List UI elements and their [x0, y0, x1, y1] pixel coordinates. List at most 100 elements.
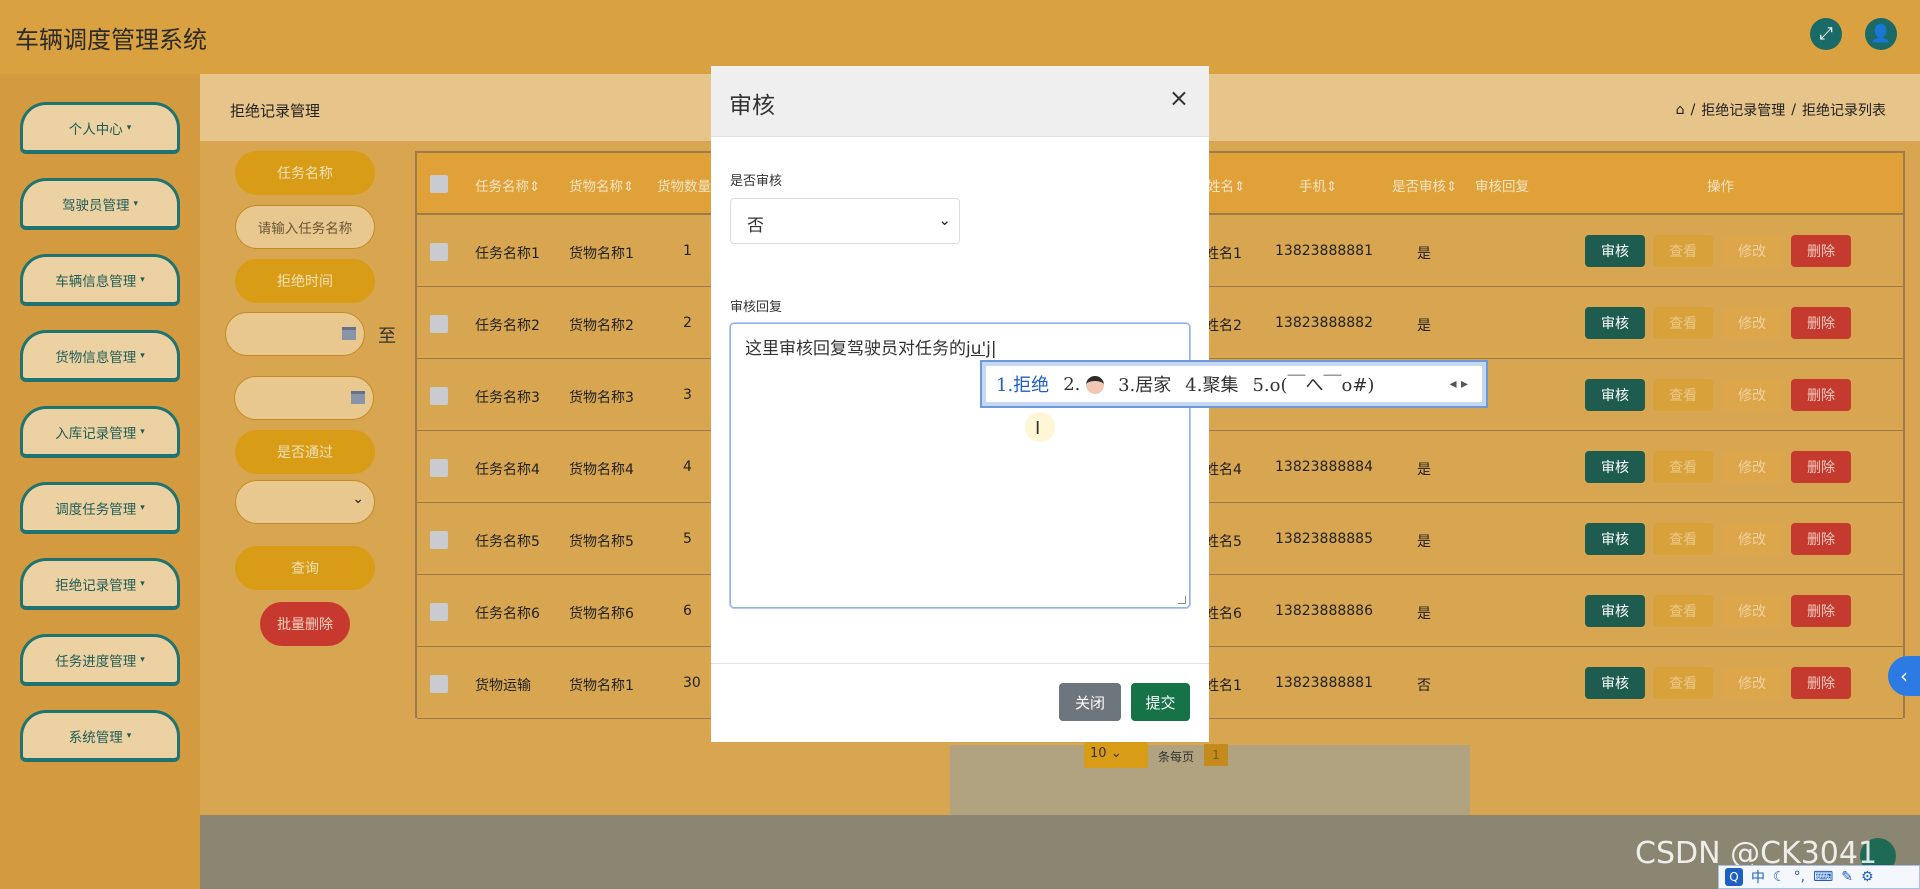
punctuation-icon[interactable]: °, — [1794, 869, 1805, 885]
moon-icon[interactable]: ☾ — [1773, 869, 1786, 885]
column-header[interactable]: 货物数量 — [657, 175, 711, 195]
review-button[interactable]: 审核 — [1585, 667, 1645, 699]
delete-button[interactable]: 删除 — [1791, 451, 1851, 483]
passed-label: 是否通过 — [235, 430, 375, 474]
row-checkbox[interactable] — [430, 315, 448, 333]
page-size-select[interactable]: 10 ⌄ — [1084, 742, 1148, 768]
edit-button[interactable]: 修改 — [1722, 667, 1782, 699]
cell-phone: 13823888886 — [1275, 603, 1373, 619]
ime-candidate[interactable]: 5.o(￣へ￣o#) — [1252, 371, 1374, 397]
cell-phone: 13823888881 — [1275, 243, 1373, 259]
ime-candidate[interactable]: 3.居家 — [1118, 371, 1171, 397]
sidebar: 个人中心 ▾ 驾驶员管理 ▾ 车辆信息管理 ▾ 货物信息管理 ▾ 入库记录管理 ▾ 调度任… — [0, 74, 200, 889]
row-checkbox[interactable] — [430, 531, 448, 549]
breadcrumb-separator: / — [1791, 102, 1796, 118]
task-name-input[interactable]: 请输入任务名称 — [235, 205, 375, 249]
sidebar-item-inbound[interactable]: 入库记录管理 ▾ — [20, 406, 180, 458]
row-checkbox[interactable] — [430, 459, 448, 477]
ime-candidate[interactable]: 4.聚集 — [1185, 371, 1238, 397]
edit-button[interactable]: 修改 — [1722, 595, 1782, 627]
delete-button[interactable]: 删除 — [1791, 235, 1851, 267]
sidebar-item-drivers[interactable]: 驾驶员管理 ▾ — [20, 178, 180, 230]
ime-candidate[interactable]: 1.拒绝 — [996, 371, 1049, 397]
column-header[interactable]: 姓名⇕ — [1207, 175, 1245, 195]
cell-phone: 13823888881 — [1275, 675, 1373, 691]
ime-mode-label[interactable]: 中 — [1751, 867, 1765, 887]
cell-goods-qty: 2 — [683, 315, 692, 331]
delete-button[interactable]: 删除 — [1791, 307, 1851, 339]
view-button[interactable]: 查看 — [1653, 523, 1713, 555]
submit-button[interactable]: 提交 — [1131, 683, 1190, 721]
column-header[interactable]: 任务名称⇕ — [475, 175, 540, 195]
delete-button[interactable]: 删除 — [1791, 379, 1851, 411]
row-checkbox[interactable] — [430, 675, 448, 693]
start-date-input[interactable] — [225, 312, 365, 356]
query-button[interactable]: 查询 — [235, 546, 375, 590]
cell-task-name: 货物运输 — [475, 678, 531, 694]
close-button[interactable]: 关闭 — [1059, 683, 1121, 721]
row-checkbox[interactable] — [430, 603, 448, 621]
sidebar-item-progress[interactable]: 任务进度管理 ▾ — [20, 634, 180, 686]
sidebar-item-label: 货物信息管理 — [55, 349, 137, 366]
page-number[interactable]: 1 — [1204, 744, 1228, 766]
select-all-checkbox[interactable] — [430, 175, 448, 193]
task-name-label: 任务名称 — [235, 151, 375, 195]
edit-button[interactable]: 修改 — [1722, 523, 1782, 555]
cell-name: 姓名1 — [1205, 678, 1242, 694]
settings-icon[interactable]: ⚙ — [1861, 869, 1874, 885]
review-button[interactable]: 审核 — [1585, 451, 1645, 483]
collapse-panel-tab[interactable]: ‹ — [1888, 656, 1920, 696]
column-header[interactable]: 货物名称⇕ — [569, 175, 634, 195]
column-header[interactable]: 手机⇕ — [1299, 175, 1337, 195]
view-button[interactable]: 查看 — [1653, 307, 1713, 339]
view-button[interactable]: 查看 — [1653, 667, 1713, 699]
sidebar-item-personal-center[interactable]: 个人中心 ▾ — [20, 102, 180, 154]
sidebar-item-system[interactable]: 系统管理 ▾ — [20, 710, 180, 762]
breadcrumb-item[interactable]: 拒绝记录管理 — [1701, 100, 1785, 120]
delete-button[interactable]: 删除 — [1791, 667, 1851, 699]
ime-candidate[interactable]: 2. — [1063, 374, 1105, 395]
view-button[interactable]: 查看 — [1653, 451, 1713, 483]
cell-goods-qty: 5 — [683, 531, 692, 547]
user-icon[interactable]: 👤 — [1865, 18, 1897, 50]
edit-button[interactable]: 修改 — [1722, 451, 1782, 483]
sidebar-item-goods[interactable]: 货物信息管理 ▾ — [20, 330, 180, 382]
end-date-input[interactable] — [234, 376, 374, 420]
ime-page-arrows-icon[interactable]: ◂ ▸ — [1449, 376, 1468, 392]
edit-button[interactable]: 修改 — [1722, 235, 1782, 267]
review-button[interactable]: 审核 — [1585, 595, 1645, 627]
ime-toolbar[interactable]: Q 中 ☾ °, ⌨ ✎ ⚙ — [1718, 865, 1920, 889]
review-button[interactable]: 审核 — [1585, 523, 1645, 555]
view-button[interactable]: 查看 — [1653, 379, 1713, 411]
row-checkbox[interactable] — [430, 387, 448, 405]
close-icon[interactable]: × — [1169, 84, 1189, 112]
delete-button[interactable]: 删除 — [1791, 595, 1851, 627]
cell-task-name: 任务名称4 — [475, 462, 540, 478]
fullscreen-icon[interactable]: ⤢ — [1810, 18, 1842, 50]
review-button[interactable]: 审核 — [1585, 307, 1645, 339]
app-title: 车辆调度管理系统 — [15, 26, 207, 54]
delete-button[interactable]: 删除 — [1791, 523, 1851, 555]
row-checkbox[interactable] — [430, 243, 448, 261]
sidebar-item-dispatch[interactable]: 调度任务管理 ▾ — [20, 482, 180, 534]
home-icon[interactable]: ⌂ — [1676, 102, 1685, 118]
edit-button[interactable]: 修改 — [1722, 307, 1782, 339]
review-button[interactable]: 审核 — [1585, 235, 1645, 267]
skin-icon[interactable]: ✎ — [1841, 869, 1853, 885]
column-header[interactable]: 是否审核⇕ — [1392, 175, 1457, 195]
sidebar-item-vehicles[interactable]: 车辆信息管理 ▾ — [20, 254, 180, 306]
edit-button[interactable]: 修改 — [1722, 379, 1782, 411]
view-button[interactable]: 查看 — [1653, 595, 1713, 627]
reject-time-label: 拒绝时间 — [235, 259, 375, 303]
cell-goods-qty: 1 — [683, 243, 692, 259]
sidebar-item-rejections[interactable]: 拒绝记录管理 ▾ — [20, 558, 180, 610]
view-button[interactable]: 查看 — [1653, 235, 1713, 267]
keyboard-icon[interactable]: ⌨ — [1813, 869, 1833, 885]
sidebar-item-label: 驾驶员管理 — [61, 197, 130, 214]
review-button[interactable]: 审核 — [1585, 379, 1645, 411]
passed-select[interactable]: ⌄ — [235, 480, 375, 524]
resize-handle[interactable] — [1178, 596, 1186, 604]
batch-delete-button[interactable]: 批量删除 — [260, 602, 350, 646]
review-select[interactable]: 否 ⌄ — [730, 198, 960, 244]
cell-name: 姓名6 — [1205, 606, 1242, 622]
